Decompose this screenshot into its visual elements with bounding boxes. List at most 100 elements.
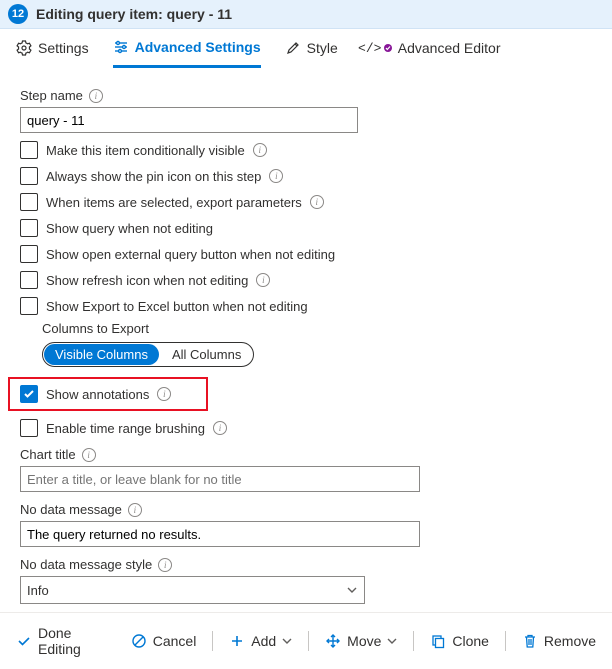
divider (212, 631, 213, 651)
prohibit-icon (131, 633, 147, 649)
checkbox-pin[interactable] (20, 167, 38, 185)
checkbox-excel[interactable] (20, 297, 38, 315)
add-button[interactable]: Add (223, 629, 298, 653)
pill-visible-columns[interactable]: Visible Columns (44, 344, 159, 365)
chart-title-input[interactable] (20, 466, 420, 492)
no-data-label-row: No data message i (20, 502, 592, 517)
divider (308, 631, 309, 651)
chevron-down-icon (282, 636, 292, 646)
divider (505, 631, 506, 651)
tab-style-label: Style (307, 40, 338, 56)
columns-export-toggle: Visible Columns All Columns (42, 342, 254, 367)
row-open-external: Show open external query button when not… (20, 245, 592, 263)
divider (413, 631, 414, 651)
clone-icon (430, 633, 446, 649)
check-icon (16, 633, 32, 649)
pen-icon (285, 40, 301, 56)
row-refresh: Show refresh icon when not editing i (20, 271, 592, 289)
clone-label: Clone (452, 633, 489, 649)
label-time-brush: Enable time range brushing (46, 421, 205, 436)
checkbox-open-external[interactable] (20, 245, 38, 263)
tab-advanced-settings[interactable]: Advanced Settings (113, 39, 261, 68)
checkbox-refresh[interactable] (20, 271, 38, 289)
done-editing-button[interactable]: Done Editing (10, 621, 119, 661)
no-data-label: No data message (20, 502, 122, 517)
done-label: Done Editing (38, 625, 113, 657)
dot-icon (384, 44, 392, 52)
row-export-params: When items are selected, export paramete… (20, 193, 592, 211)
pill-all-columns[interactable]: All Columns (160, 343, 253, 366)
info-icon[interactable]: i (269, 169, 283, 183)
code-icon: </> (362, 40, 378, 56)
info-icon[interactable]: i (310, 195, 324, 209)
label-open-external: Show open external query button when not… (46, 247, 335, 262)
step-index-badge: 12 (8, 4, 28, 24)
tab-bar: Settings Advanced Settings Style </> Adv… (0, 29, 612, 68)
tab-style[interactable]: Style (285, 40, 338, 66)
step-name-label: Step name (20, 88, 83, 103)
remove-label: Remove (544, 633, 596, 649)
info-icon[interactable]: i (256, 273, 270, 287)
info-icon[interactable]: i (128, 503, 142, 517)
clone-button[interactable]: Clone (424, 629, 495, 653)
label-conditional: Make this item conditionally visible (46, 143, 245, 158)
checkbox-time-brush[interactable] (20, 419, 38, 437)
step-name-input[interactable] (20, 107, 358, 133)
chart-title-label-row: Chart title i (20, 447, 592, 462)
no-data-style-value: Info (27, 583, 49, 598)
columns-export-section: Columns to Export Visible Columns All Co… (42, 321, 592, 367)
sliders-icon (113, 39, 129, 55)
tab-editor-label: Advanced Editor (398, 40, 501, 56)
highlight-show-annotations: Show annotations i (8, 377, 208, 411)
info-icon[interactable]: i (158, 558, 172, 572)
columns-export-label: Columns to Export (42, 321, 592, 336)
info-icon[interactable]: i (213, 421, 227, 435)
info-icon[interactable]: i (157, 387, 171, 401)
editor-header: 12 Editing query item: query - 11 (0, 0, 612, 29)
info-icon[interactable]: i (253, 143, 267, 157)
no-data-style-label-row: No data message style i (20, 557, 592, 572)
tab-advanced-label: Advanced Settings (135, 39, 261, 55)
add-label: Add (251, 633, 276, 649)
info-icon[interactable]: i (89, 89, 103, 103)
no-data-input[interactable] (20, 521, 420, 547)
checkbox-conditional[interactable] (20, 141, 38, 159)
row-excel: Show Export to Excel button when not edi… (20, 297, 592, 315)
move-label: Move (347, 633, 381, 649)
no-data-style-select[interactable]: Info (20, 576, 365, 604)
footer-toolbar: Done Editing Cancel Add Move Clone (0, 612, 612, 669)
move-button[interactable]: Move (319, 629, 403, 653)
row-pin: Always show the pin icon on this step i (20, 167, 592, 185)
checkbox-show-annotations[interactable] (20, 385, 38, 403)
no-data-style-label: No data message style (20, 557, 152, 572)
row-time-brush: Enable time range brushing i (20, 419, 592, 437)
label-pin: Always show the pin icon on this step (46, 169, 261, 184)
label-export: When items are selected, export paramete… (46, 195, 302, 210)
header-title: Editing query item: query - 11 (36, 6, 232, 22)
chevron-down-icon (387, 636, 397, 646)
step-name-label-row: Step name i (20, 88, 592, 103)
row-show-annotations: Show annotations i (20, 385, 204, 403)
move-icon (325, 633, 341, 649)
tab-advanced-editor[interactable]: </> Advanced Editor (362, 40, 501, 66)
remove-button[interactable]: Remove (516, 629, 602, 653)
label-excel: Show Export to Excel button when not edi… (46, 299, 308, 314)
row-show-query: Show query when not editing (20, 219, 592, 237)
label-refresh: Show refresh icon when not editing (46, 273, 248, 288)
row-conditional-visible: Make this item conditionally visible i (20, 141, 592, 159)
cancel-button[interactable]: Cancel (125, 629, 203, 653)
label-show-query: Show query when not editing (46, 221, 213, 236)
cancel-label: Cancel (153, 633, 197, 649)
tab-settings[interactable]: Settings (16, 40, 89, 66)
label-show-annotations: Show annotations (46, 387, 149, 402)
plus-icon (229, 633, 245, 649)
form-content: Step name i Make this item conditionally… (0, 68, 612, 612)
info-icon[interactable]: i (82, 448, 96, 462)
checkbox-export[interactable] (20, 193, 38, 211)
checkbox-show-query[interactable] (20, 219, 38, 237)
chart-title-label: Chart title (20, 447, 76, 462)
trash-icon (522, 633, 538, 649)
tab-settings-label: Settings (38, 40, 89, 56)
chevron-down-icon (346, 584, 358, 596)
gear-icon (16, 40, 32, 56)
